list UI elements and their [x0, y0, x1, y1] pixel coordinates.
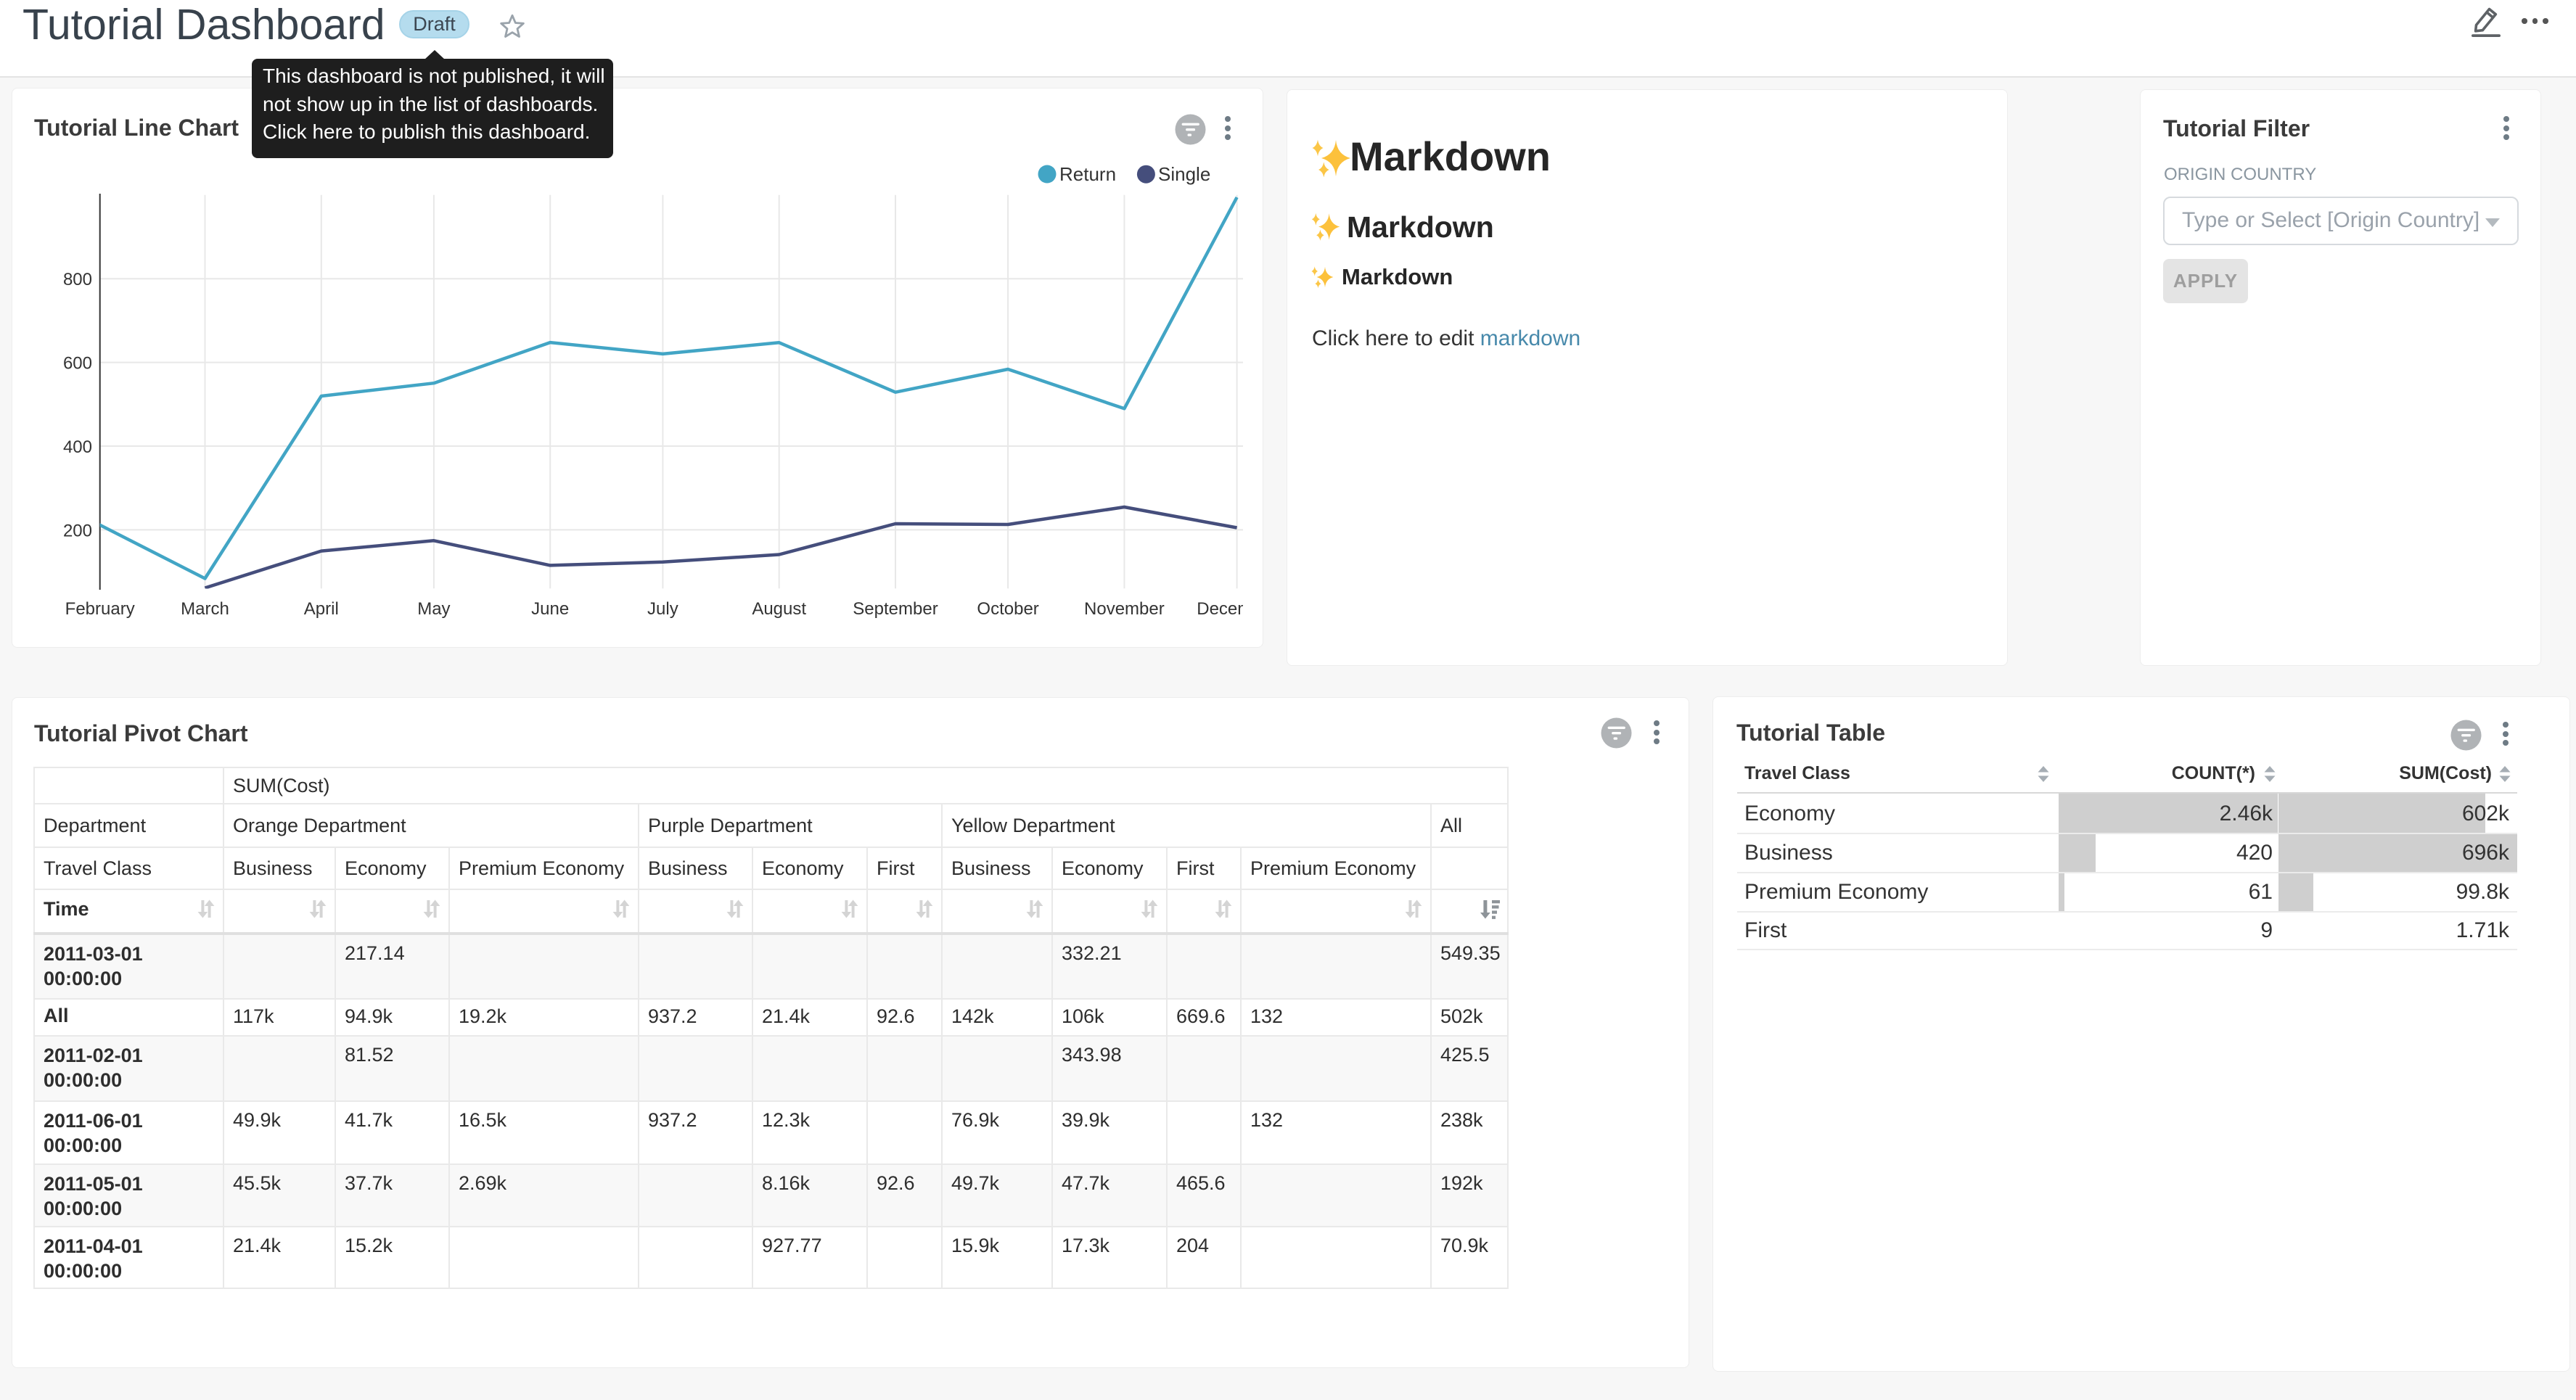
svg-text:May: May: [417, 599, 450, 619]
svg-text:400: 400: [63, 437, 92, 457]
svg-text:August: August: [752, 599, 806, 619]
svg-text:July: July: [647, 599, 678, 619]
svg-text:March: March: [181, 599, 229, 619]
svg-text:November: November: [1084, 599, 1165, 619]
svg-text:June: June: [531, 599, 569, 619]
svg-text:September: September: [853, 599, 938, 619]
svg-text:600: 600: [63, 354, 92, 374]
svg-text:Return: Return: [1059, 163, 1116, 185]
svg-text:April: April: [304, 599, 339, 619]
svg-text:Single: Single: [1158, 163, 1210, 185]
svg-text:200: 200: [63, 521, 92, 540]
svg-text:February: February: [65, 599, 135, 619]
svg-text:800: 800: [63, 270, 92, 289]
svg-text:December: December: [1197, 599, 1243, 619]
svg-text:October: October: [977, 599, 1038, 619]
